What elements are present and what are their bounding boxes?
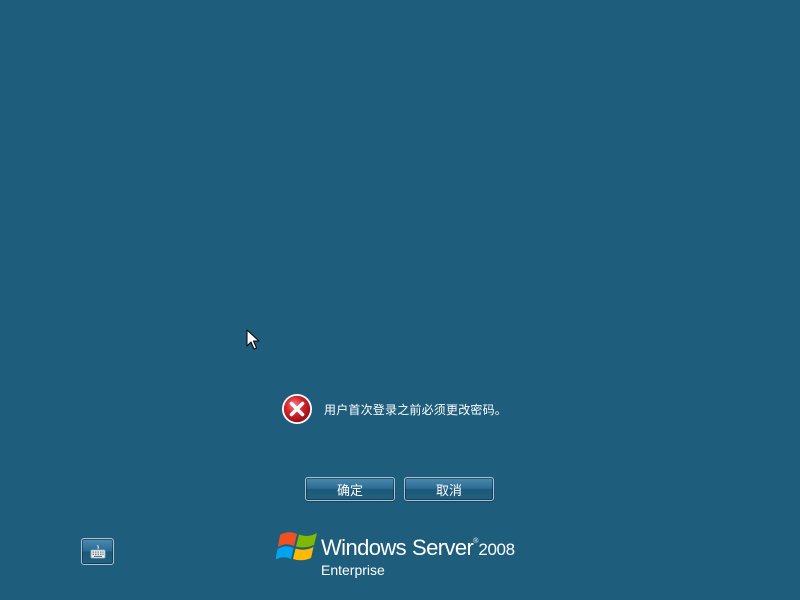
logon-screen: { "screen": { "background_color": "#1e5d…: [0, 0, 800, 600]
mouse-cursor-icon: [246, 329, 260, 350]
brand-title: Windows Server®2008: [321, 535, 515, 561]
brand-year: 2008: [478, 540, 515, 559]
brand-registered-mark: ®: [473, 538, 479, 545]
windows-server-logo: Windows Server®2008 Enterprise: [276, 526, 526, 582]
cancel-button-label: 取消: [435, 483, 462, 499]
brand-edition: Enterprise: [321, 562, 385, 578]
brand-server: Server: [412, 535, 474, 560]
cancel-button[interactable]: 取消: [404, 477, 494, 501]
keyboard-icon: [90, 544, 105, 558]
error-message-text: 用户首次登录之前必须更改密码。: [324, 402, 508, 417]
keyboard-button[interactable]: [81, 538, 114, 565]
error-icon: [282, 394, 312, 424]
ok-button-label: 确定: [336, 483, 363, 499]
ok-button[interactable]: 确定: [305, 477, 395, 501]
windows-flag-icon: [276, 532, 317, 561]
brand-windows: Windows: [321, 535, 407, 560]
error-message: 用户首次登录之前必须更改密码。: [281, 392, 507, 426]
